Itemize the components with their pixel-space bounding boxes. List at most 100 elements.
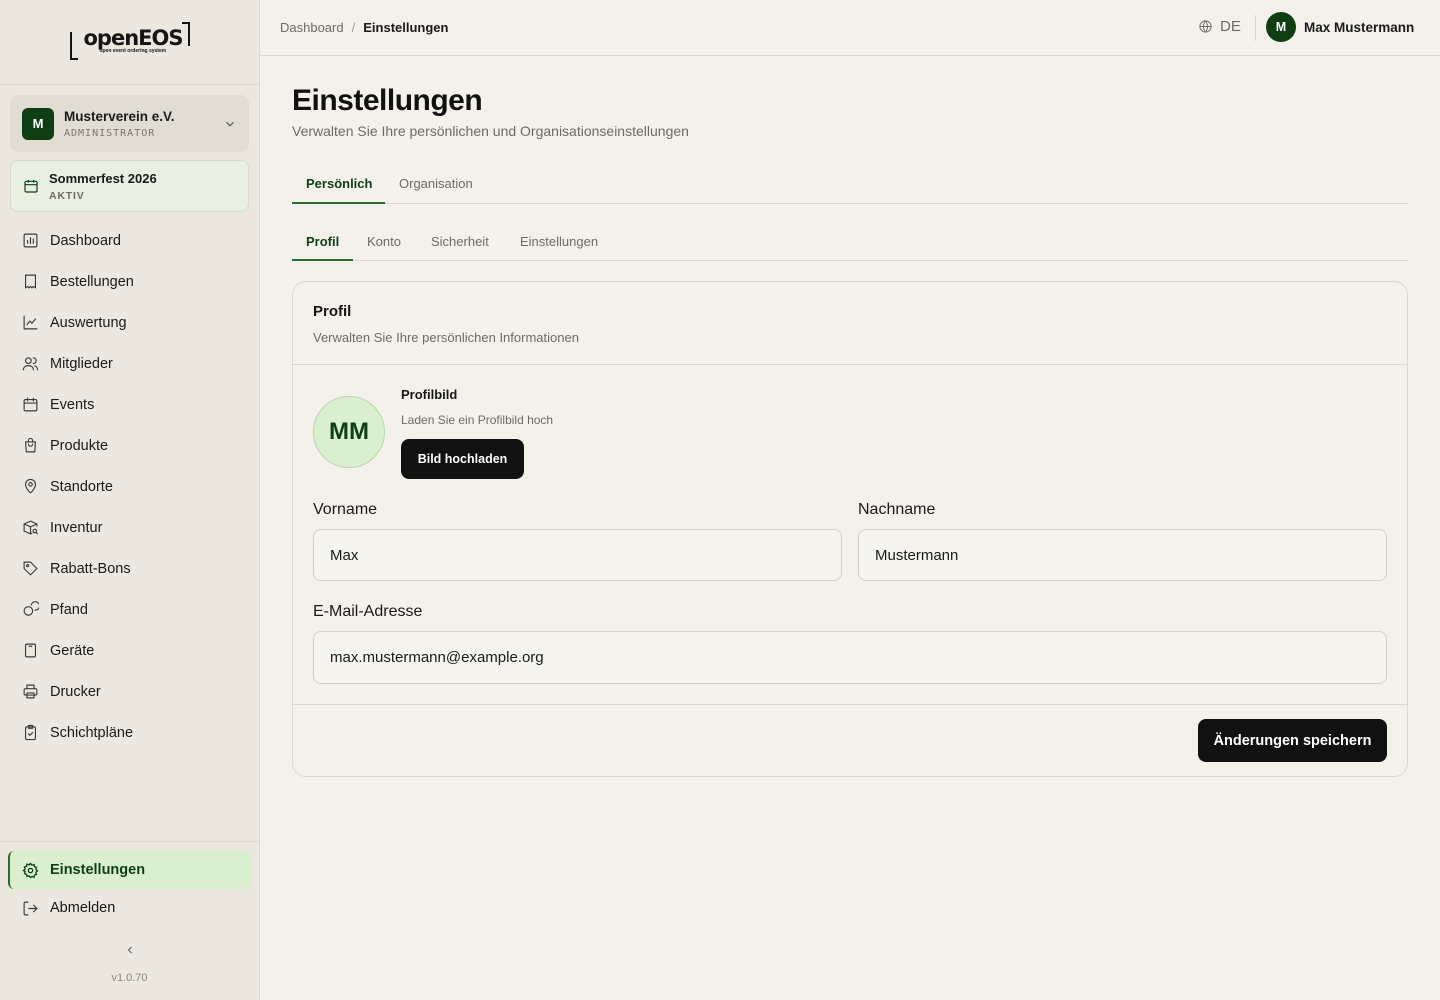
topbar: Dashboard / Einstellungen DE M Max Musterm… (260, 0, 1440, 56)
page-subtitle: Verwalten Sie Ihre persönlichen und Orga… (292, 123, 689, 139)
gear-icon (22, 861, 39, 878)
sidebar-bottom: Einstellungen Abmelden v1.0.70 (0, 841, 259, 1000)
clipboard-check-icon (24, 724, 37, 741)
sidebar-item-label: Pfand (50, 601, 88, 618)
sidebar-item-label: Produkte (50, 437, 109, 454)
tab-sicherheit[interactable]: Sicherheit (431, 234, 489, 249)
calendar-icon (24, 180, 38, 193)
user-name: Max Mustermann (1304, 19, 1415, 35)
breadcrumb-item-current: Einstellungen (363, 20, 449, 35)
sidebar-item-drucker[interactable]: Drucker (10, 671, 249, 712)
profile-avatar: MM (313, 396, 385, 468)
avatar: M (1266, 12, 1296, 42)
sidebar-item-inventur[interactable]: Inventur (10, 507, 249, 548)
sidebar-nav: Dashboard Bestellungen Auswertung Mitgli… (10, 220, 249, 753)
tag-icon (23, 561, 38, 576)
sidebar-item-schichtplaene[interactable]: Schichtpläne (10, 712, 249, 753)
sidebar-item-label: Schichtpläne (50, 724, 134, 741)
first-name-field[interactable]: Max (313, 529, 842, 581)
logo-text: openEOS (83, 26, 184, 50)
logout-button[interactable]: Abmelden (10, 889, 249, 927)
logo-subtitle: open event ordering system (99, 48, 167, 54)
card-description: Verwalten Sie Ihre persönlichen Informat… (313, 330, 579, 345)
language-code: DE (1220, 18, 1241, 35)
org-role: ADMINISTRATOR (64, 127, 156, 139)
collapse-sidebar-button[interactable] (120, 940, 140, 960)
profile-picture-label: Profilbild (401, 387, 458, 402)
tablet-icon (24, 643, 37, 658)
tab-persoenlich[interactable]: Persönlich (306, 176, 372, 191)
logout-label: Abmelden (50, 900, 116, 916)
tab-einstellungen[interactable]: Einstellungen (520, 234, 598, 249)
language-switcher[interactable]: DE (1198, 18, 1241, 35)
sidebar-item-einstellungen[interactable]: Einstellungen (8, 851, 251, 889)
sidebar-item-label: Drucker (50, 683, 101, 700)
last-name-label: Nachname (858, 501, 936, 518)
page-title: Einstellungen (292, 84, 483, 117)
sidebar: openEOS open event ordering system M Mus… (0, 0, 260, 1000)
profile-card: Profil Verwalten Sie Ihre persönlichen I… (292, 281, 1408, 777)
upload-picture-button[interactable]: Bild hochladen (401, 439, 524, 479)
sidebar-item-label: Events (50, 396, 95, 413)
sidebar-item-bestellungen[interactable]: Bestellungen (10, 261, 249, 302)
save-button[interactable]: Änderungen speichern (1198, 719, 1387, 762)
topbar-divider (1255, 15, 1256, 41)
sidebar-item-events[interactable]: Events (10, 384, 249, 425)
event-status: AKTIV (49, 189, 85, 202)
email-field[interactable]: max.mustermann@example.org (313, 631, 1387, 684)
sidebar-item-label: Einstellungen (50, 862, 146, 878)
sidebar-item-label: Bestellungen (50, 273, 134, 290)
printer-icon (23, 684, 38, 699)
calendar-icon (23, 397, 38, 412)
org-name: Musterverein e.V. (64, 108, 175, 124)
sidebar-item-rabatt-bons[interactable]: Rabatt-Bons (10, 548, 249, 589)
openeos-logo[interactable]: openEOS open event ordering system (69, 22, 190, 62)
card-header: Profil Verwalten Sie Ihre persönlichen I… (293, 282, 1407, 365)
breadcrumb-separator: / (351, 20, 356, 35)
event-name: Sommerfest 2026 (49, 170, 157, 186)
sidebar-item-label: Mitglieder (50, 355, 113, 372)
main-tabs: Persönlich Organisation (292, 164, 1408, 204)
tab-konto[interactable]: Konto (367, 234, 401, 249)
sidebar-item-auswertung[interactable]: Auswertung (10, 302, 249, 343)
logout-icon (23, 901, 38, 915)
chevron-down-icon (226, 121, 234, 127)
card-footer-divider (293, 704, 1407, 705)
shopping-bag-icon (24, 437, 37, 453)
chart-bar-icon (23, 233, 38, 248)
sidebar-item-label: Dashboard (50, 232, 121, 249)
chevron-left-icon (127, 946, 132, 954)
tab-profil[interactable]: Profil (306, 234, 339, 249)
sub-tabs: Profil Konto Sicherheit Einstellungen (292, 224, 1408, 261)
logo-area: openEOS open event ordering system (0, 0, 259, 85)
org-avatar: M (22, 107, 54, 140)
sidebar-item-geraete[interactable]: Geräte (10, 630, 249, 671)
trend-line-icon (23, 315, 38, 330)
active-event-card[interactable]: Sommerfest 2026 AKTIV (10, 160, 249, 212)
sidebar-item-mitglieder[interactable]: Mitglieder (10, 343, 249, 384)
active-subtab-indicator (292, 259, 353, 261)
sidebar-item-pfand[interactable]: Pfand (10, 589, 249, 630)
breadcrumb-item-dashboard[interactable]: Dashboard (280, 20, 344, 35)
globe-icon (1199, 20, 1212, 33)
email-label: E-Mail-Adresse (313, 603, 423, 620)
package-search-icon (23, 520, 39, 535)
breadcrumb: Dashboard / Einstellungen (280, 20, 448, 35)
receipt-icon (24, 274, 37, 289)
users-icon (22, 357, 39, 371)
sidebar-item-label: Standorte (50, 478, 113, 495)
last-name-field[interactable]: Mustermann (858, 529, 1387, 581)
sidebar-item-label: Inventur (50, 519, 103, 536)
sidebar-item-label: Rabatt-Bons (50, 560, 131, 577)
organization-switcher[interactable]: M Musterverein e.V. ADMINISTRATOR (10, 95, 249, 152)
profile-picture-hint: Laden Sie ein Profilbild hoch (401, 413, 554, 427)
sidebar-item-produkte[interactable]: Produkte (10, 425, 249, 466)
first-name-label: Vorname (313, 501, 378, 518)
coins-icon (23, 601, 39, 616)
sidebar-item-standorte[interactable]: Standorte (10, 466, 249, 507)
map-pin-icon (24, 478, 37, 494)
sidebar-item-dashboard[interactable]: Dashboard (10, 220, 249, 261)
app-version: v1.0.70 (111, 972, 148, 984)
tab-organisation[interactable]: Organisation (399, 176, 473, 191)
user-menu[interactable]: M Max Mustermann (1266, 12, 1414, 42)
